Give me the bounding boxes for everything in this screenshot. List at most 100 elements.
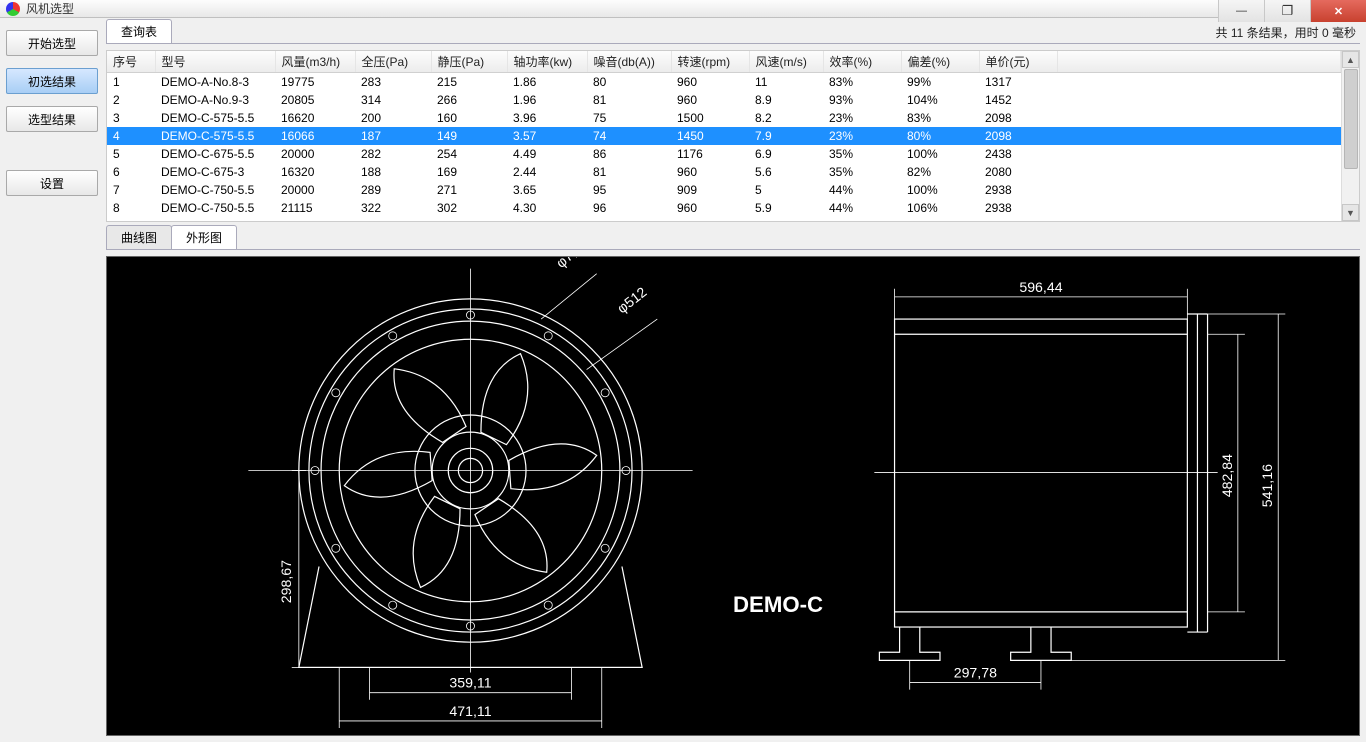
close-button[interactable] bbox=[1310, 0, 1366, 22]
column-header[interactable]: 效率(%) bbox=[823, 51, 901, 73]
table-cell: 2.44 bbox=[507, 163, 587, 181]
table-cell: 6.9 bbox=[749, 145, 823, 163]
table-cell: 322 bbox=[355, 199, 431, 217]
scroll-down-button[interactable]: ▼ bbox=[1342, 204, 1359, 221]
app-icon bbox=[6, 2, 20, 16]
tab-shape[interactable]: 外形图 bbox=[171, 225, 237, 249]
table-cell: 620 bbox=[671, 217, 749, 221]
table-cell: 3 bbox=[107, 109, 155, 127]
lower-tabstrip: 曲线图 外形图 bbox=[106, 228, 1360, 250]
table-cell: 20000 bbox=[275, 145, 355, 163]
table-cell: DEMO-C-900-4 bbox=[155, 217, 275, 221]
column-header[interactable]: 序号 bbox=[107, 51, 155, 73]
table-scrollbar[interactable]: ▲ ▼ bbox=[1341, 51, 1359, 221]
column-header[interactable]: 风速(m/s) bbox=[749, 51, 823, 73]
table-cell: 1.96 bbox=[507, 91, 587, 109]
table-cell: 35% bbox=[823, 145, 901, 163]
final-result-button[interactable]: 选型结果 bbox=[6, 106, 98, 132]
column-header[interactable]: 型号 bbox=[155, 51, 275, 73]
dim-botw: 297,78 bbox=[954, 665, 997, 681]
table-cell: 82% bbox=[901, 163, 979, 181]
table-cell: 75 bbox=[587, 109, 671, 127]
table-row[interactable]: 8DEMO-C-750-5.5211153223024.30969605.944… bbox=[107, 199, 1341, 217]
tab-query-table[interactable]: 查询表 bbox=[106, 19, 172, 43]
table-cell: 8.2 bbox=[749, 109, 823, 127]
table-cell: 1500 bbox=[671, 109, 749, 127]
table-cell: 21115 bbox=[275, 199, 355, 217]
table-row[interactable]: 3DEMO-C-575-5.5166202001603.967515008.22… bbox=[107, 109, 1341, 127]
column-header[interactable]: 噪音(db(A)) bbox=[587, 51, 671, 73]
column-header[interactable]: 全压(Pa) bbox=[355, 51, 431, 73]
cad-drawing: φ7,82 φ512 298,67 359,11 bbox=[107, 257, 1359, 735]
table-cell: DEMO-C-675-3 bbox=[155, 163, 275, 181]
table-cell: 99% bbox=[901, 73, 979, 92]
table-row[interactable]: 1DEMO-A-No.8-3197752832151.86809601183%9… bbox=[107, 73, 1341, 92]
table-row[interactable]: 4DEMO-C-575-5.5160661871493.577414507.92… bbox=[107, 127, 1341, 145]
table-cell: 1317 bbox=[979, 73, 1057, 92]
settings-button[interactable]: 设置 bbox=[6, 170, 98, 196]
table-cell: 2098 bbox=[979, 109, 1057, 127]
table-cell: 100% bbox=[901, 217, 979, 221]
primary-result-button[interactable]: 初选结果 bbox=[6, 68, 98, 94]
table-cell: 1176 bbox=[671, 145, 749, 163]
table-cell: 80 bbox=[587, 73, 671, 92]
table-cell: 4.1 bbox=[749, 217, 823, 221]
table-row[interactable]: 6DEMO-C-675-3163201881692.44819605.635%8… bbox=[107, 163, 1341, 181]
table-cell: 106% bbox=[901, 199, 979, 217]
table-row[interactable]: 7DEMO-C-750-5.5200002892713.6595909544%1… bbox=[107, 181, 1341, 199]
table-cell: 16620 bbox=[275, 109, 355, 127]
column-header[interactable]: 单价(元) bbox=[979, 51, 1057, 73]
minimize-button[interactable] bbox=[1218, 0, 1264, 22]
table-cell: 1452 bbox=[979, 91, 1057, 109]
table-cell: 20000 bbox=[275, 181, 355, 199]
column-header[interactable]: 静压(Pa) bbox=[431, 51, 507, 73]
scroll-up-button[interactable]: ▲ bbox=[1342, 51, 1359, 68]
table-cell: 5.9 bbox=[749, 199, 823, 217]
table-cell: 100% bbox=[901, 145, 979, 163]
maximize-button[interactable] bbox=[1264, 0, 1310, 22]
column-header[interactable]: 转速(rpm) bbox=[671, 51, 749, 73]
titlebar: 风机选型 bbox=[0, 0, 1366, 18]
table-cell: 960 bbox=[671, 199, 749, 217]
table-cell: 8.9 bbox=[749, 91, 823, 109]
table-cell: 1450 bbox=[671, 127, 749, 145]
tab-curve[interactable]: 曲线图 bbox=[106, 225, 172, 249]
table-cell: 187 bbox=[355, 127, 431, 145]
table-cell: 5 bbox=[107, 145, 155, 163]
table-cell: 35% bbox=[823, 163, 901, 181]
table-cell: 2.99 bbox=[507, 217, 587, 221]
table-cell: DEMO-A-No.8-3 bbox=[155, 73, 275, 92]
table-cell: 289 bbox=[355, 181, 431, 199]
column-header[interactable]: 偏差(%) bbox=[901, 51, 979, 73]
table-cell: DEMO-C-675-5.5 bbox=[155, 145, 275, 163]
table-cell: 282 bbox=[355, 145, 431, 163]
table-cell: 8 bbox=[107, 199, 155, 217]
window-controls bbox=[1218, 0, 1366, 22]
table-cell: 254 bbox=[431, 145, 507, 163]
dim-rh1: 482,84 bbox=[1219, 454, 1235, 497]
column-header[interactable]: 风量(m3/h) bbox=[275, 51, 355, 73]
table-row[interactable]: 9DEMO-C-900-4200002852752.99716204.153%1… bbox=[107, 217, 1341, 221]
dim-w1: 359,11 bbox=[449, 675, 491, 691]
table-cell: 93% bbox=[823, 91, 901, 109]
table-cell: 960 bbox=[671, 163, 749, 181]
table-cell: DEMO-C-575-5.5 bbox=[155, 127, 275, 145]
scroll-thumb[interactable] bbox=[1344, 69, 1358, 169]
table-cell: 314 bbox=[355, 91, 431, 109]
table-cell: 283 bbox=[355, 73, 431, 92]
results-grid[interactable]: 序号型号风量(m3/h)全压(Pa)静压(Pa)轴功率(kw)噪音(db(A))… bbox=[107, 51, 1341, 221]
table-cell: 3241 bbox=[979, 217, 1057, 221]
column-header[interactable]: 轴功率(kw) bbox=[507, 51, 587, 73]
table-cell: 169 bbox=[431, 163, 507, 181]
dim-h1: 298,67 bbox=[278, 560, 294, 603]
table-cell: 302 bbox=[431, 199, 507, 217]
table-cell: 81 bbox=[587, 91, 671, 109]
table-row[interactable]: 2DEMO-A-No.9-3208053142661.96819608.993%… bbox=[107, 91, 1341, 109]
table-cell: 9 bbox=[107, 217, 155, 221]
table-cell: 3.65 bbox=[507, 181, 587, 199]
table-row[interactable]: 5DEMO-C-675-5.5200002822544.498611766.93… bbox=[107, 145, 1341, 163]
table-cell: 16320 bbox=[275, 163, 355, 181]
table-cell: 266 bbox=[431, 91, 507, 109]
table-cell: 71 bbox=[587, 217, 671, 221]
start-selection-button[interactable]: 开始选型 bbox=[6, 30, 98, 56]
